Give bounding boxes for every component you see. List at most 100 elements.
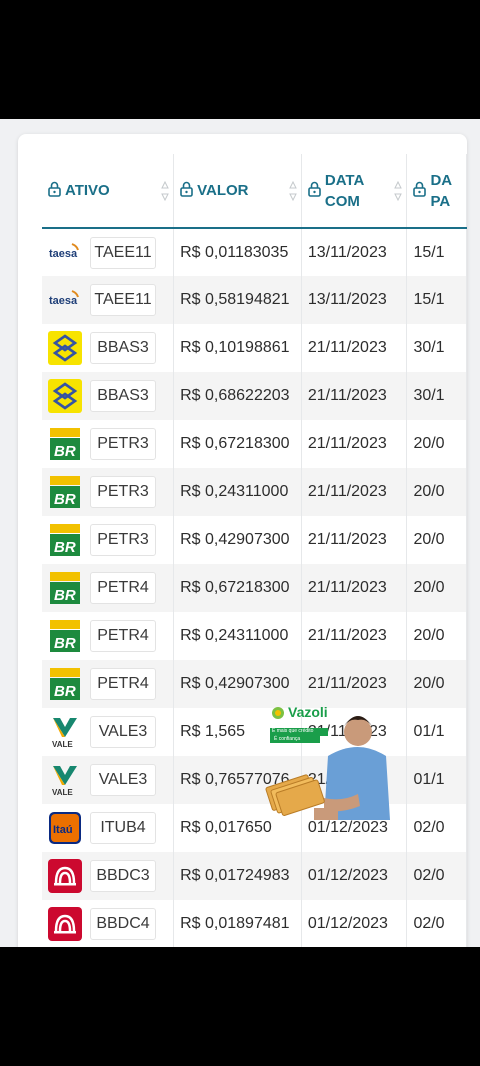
cell-value: R$ 0,67218300 bbox=[173, 564, 302, 612]
svg-text:BR: BR bbox=[54, 683, 76, 700]
table-row[interactable]: BBDC3 R$ 0,01724983 01/12/2023 02/0 bbox=[42, 852, 467, 900]
ticker-badge[interactable]: VALE3 bbox=[90, 716, 156, 748]
taesa-logo-icon: taesa bbox=[48, 236, 82, 270]
column-header-data-com-label: DATA COM bbox=[325, 170, 364, 212]
cell-payment-date: 20/0 bbox=[406, 660, 467, 708]
table-row[interactable]: BBDC4 R$ 0,01897481 01/12/2023 02/0 bbox=[42, 900, 467, 947]
cell-value: R$ 0,67218300 bbox=[173, 420, 302, 468]
taesa-logo-icon: taesa bbox=[48, 283, 82, 317]
cell-value: R$ 0,01724983 bbox=[173, 852, 302, 900]
ad-graphic bbox=[265, 707, 390, 820]
cell-payment-date: 01/1 bbox=[406, 708, 467, 756]
column-header-data-com[interactable]: DATA COM bbox=[301, 154, 408, 229]
table-row[interactable]: BBAS3 R$ 0,68622203 21/11/2023 30/1 bbox=[42, 372, 467, 420]
table-row[interactable]: VALEVALE3R$ 0,7657707621/11/202301/1 bbox=[42, 756, 467, 804]
table-row[interactable]: BR PETR4 R$ 0,24311000 21/11/2023 20/0 bbox=[42, 612, 467, 660]
svg-text:VALE: VALE bbox=[52, 788, 73, 797]
column-header-value[interactable]: VALOR bbox=[173, 154, 302, 229]
cell-payment-date: 30/1 bbox=[406, 372, 467, 420]
br-logo-icon: BR bbox=[48, 619, 82, 653]
cell-payment-date: 20/0 bbox=[406, 564, 467, 612]
table-row[interactable]: taesa TAEE11 R$ 0,01183035 13/11/2023 15/1 bbox=[42, 228, 467, 276]
column-header-asset[interactable]: ATIVO bbox=[42, 154, 175, 229]
cell-payment-date: 02/0 bbox=[406, 900, 467, 947]
ticker-badge[interactable]: BBDC3 bbox=[90, 860, 156, 892]
table-body: taesa TAEE11 R$ 0,01183035 13/11/2023 15/1 ta… bbox=[42, 228, 467, 947]
table-row[interactable]: BR PETR3 R$ 0,67218300 21/11/2023 20/0 bbox=[42, 420, 467, 468]
br-logo-icon: BR bbox=[48, 667, 82, 701]
cell-value: R$ 0,58194821 bbox=[173, 276, 302, 324]
cell-data-com: 21/11/2023 bbox=[301, 516, 408, 564]
cell-asset: BBDC3 bbox=[42, 852, 175, 900]
bradesco-logo-icon bbox=[48, 907, 82, 941]
table-row[interactable]: BR PETR3 R$ 0,24311000 21/11/2023 20/0 bbox=[42, 468, 467, 516]
cell-value: R$ 0,01183035 bbox=[173, 228, 302, 276]
cell-data-com: 13/11/2023 bbox=[301, 228, 408, 276]
svg-text:taesa: taesa bbox=[49, 248, 78, 260]
column-header-value-label: VALOR bbox=[197, 182, 249, 199]
header-line-2: PA bbox=[430, 192, 451, 210]
app-screen: ATIVO VALOR DATA COM DA PA taesa TAEE11 … bbox=[0, 119, 480, 947]
cell-value: R$ 0,68622203 bbox=[173, 372, 302, 420]
ad-tagline-2: É confiança bbox=[274, 736, 301, 742]
table-row[interactable]: Itaú ITUB4 R$ 0,017650 01/12/2023 02/0 bbox=[42, 804, 467, 852]
ad-brand: Vazoli bbox=[288, 704, 328, 720]
cell-asset: BBAS3 bbox=[42, 324, 175, 372]
cell-asset: VALE VALE3 bbox=[42, 708, 175, 756]
ticker-badge[interactable]: PETR4 bbox=[90, 620, 156, 652]
ticker-badge[interactable]: TAEE11 bbox=[90, 236, 156, 269]
cell-asset: VALE VALE3 bbox=[42, 756, 175, 804]
table-row[interactable]: BBAS3 R$ 0,10198861 21/11/2023 30/1 bbox=[42, 324, 467, 372]
cell-value: R$ 0,42907300 bbox=[173, 660, 302, 708]
ticker-badge[interactable]: PETR3 bbox=[90, 524, 156, 556]
cell-data-com: 01/12/2023 bbox=[301, 900, 408, 947]
ticker-badge[interactable]: BBAS3 bbox=[90, 332, 156, 364]
vazoli-ad-overlay[interactable]: Vazoli É mais que crédito É confiança bbox=[262, 702, 402, 842]
cell-data-com: 21/11/2023 bbox=[301, 612, 408, 660]
column-header-payment[interactable]: DA PA bbox=[406, 154, 467, 229]
cell-payment-date: 01/1 bbox=[406, 756, 467, 804]
cell-data-com: 21/11/2023 bbox=[301, 420, 408, 468]
svg-text:BR: BR bbox=[54, 539, 76, 556]
svg-text:VALE: VALE bbox=[52, 740, 73, 749]
cell-asset: taesa TAEE11 bbox=[42, 276, 175, 324]
table-row[interactable]: taesa TAEE11 R$ 0,58194821 13/11/2023 15/1 bbox=[42, 276, 467, 324]
table-row[interactable]: VALEVALE3R$ 1,56521/11/202301/1 bbox=[42, 708, 467, 756]
lock-icon bbox=[48, 181, 61, 201]
ticker-badge[interactable]: ITUB4 bbox=[90, 812, 156, 844]
table-row[interactable]: BR PETR3 R$ 0,42907300 21/11/2023 20/0 bbox=[42, 516, 467, 564]
sort-icon[interactable] bbox=[161, 180, 169, 202]
dividends-card: ATIVO VALOR DATA COM DA PA taesa TAEE11 … bbox=[18, 134, 467, 947]
table-row[interactable]: BR PETR4 R$ 0,42907300 21/11/2023 20/0 bbox=[42, 660, 467, 708]
ticker-badge[interactable]: BBAS3 bbox=[90, 380, 156, 412]
sort-icon[interactable] bbox=[394, 180, 403, 202]
ticker-badge[interactable]: VALE3 bbox=[90, 764, 156, 796]
cell-asset: BR PETR4 bbox=[42, 612, 175, 660]
cell-payment-date: 02/0 bbox=[406, 852, 467, 900]
cell-data-com: 21/11/2023 bbox=[301, 564, 408, 612]
br-logo-icon: BR bbox=[48, 427, 82, 461]
svg-text:BR: BR bbox=[54, 491, 76, 508]
cell-asset: BR PETR3 bbox=[42, 516, 175, 564]
br-logo-icon: BR bbox=[48, 475, 82, 509]
column-header-payment-label: DA PA bbox=[430, 170, 452, 212]
cell-data-com: 21/11/2023 bbox=[301, 372, 408, 420]
cell-value: R$ 0,42907300 bbox=[173, 516, 302, 564]
ticker-badge[interactable]: PETR4 bbox=[90, 668, 156, 700]
table-row[interactable]: BR PETR4 R$ 0,67218300 21/11/2023 20/0 bbox=[42, 564, 467, 612]
cell-payment-date: 30/1 bbox=[406, 324, 467, 372]
cell-payment-date: 20/0 bbox=[406, 516, 467, 564]
sort-icon[interactable] bbox=[289, 180, 297, 202]
cell-payment-date: 15/1 bbox=[406, 228, 467, 276]
ticker-badge[interactable]: PETR4 bbox=[90, 572, 156, 604]
cell-payment-date: 20/0 bbox=[406, 612, 467, 660]
cell-value: R$ 0,01897481 bbox=[173, 900, 302, 947]
ticker-badge[interactable]: BBDC4 bbox=[90, 908, 156, 940]
ticker-badge[interactable]: PETR3 bbox=[90, 428, 156, 460]
br-logo-icon: BR bbox=[48, 523, 82, 557]
cell-asset: BR PETR3 bbox=[42, 468, 175, 516]
dividends-table: ATIVO VALOR DATA COM DA PA taesa TAEE11 … bbox=[42, 154, 467, 947]
header-line-2: COM bbox=[324, 192, 360, 210]
ticker-badge[interactable]: TAEE11 bbox=[90, 284, 156, 316]
ticker-badge[interactable]: PETR3 bbox=[90, 476, 156, 508]
